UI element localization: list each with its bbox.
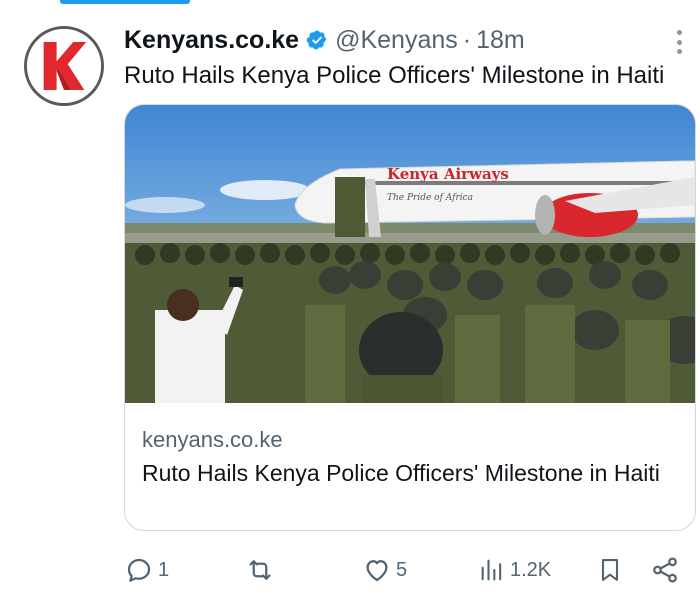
share-button[interactable]	[650, 548, 680, 592]
verified-badge-icon[interactable]	[306, 29, 328, 51]
tweet-text: Ruto Hails Kenya Police Officers' Milest…	[124, 62, 665, 89]
card-image[interactable]: Kenya Airways The Pride of Africa	[125, 105, 695, 403]
reply-count: 1	[158, 558, 170, 581]
more-options-icon[interactable]	[671, 28, 687, 56]
author-name[interactable]: Kenyans.co.ke	[124, 26, 299, 55]
like-button[interactable]: 5	[362, 548, 407, 592]
repost-button[interactable]	[244, 548, 280, 592]
views-button[interactable]: 1.2K	[478, 548, 551, 592]
tweet-header: Kenyans.co.ke @Kenyans · 18m	[124, 24, 525, 56]
views-count: 1.2K	[510, 558, 552, 581]
action-bar: 1 5 1.2K	[0, 548, 700, 592]
active-tab-indicator	[60, 0, 190, 4]
separator-dot: ·	[462, 25, 472, 54]
reply-button[interactable]: 1	[124, 548, 169, 592]
plane-livery-text: Kenya Airways	[387, 165, 509, 183]
card-title: Ruto Hails Kenya Police Officers' Milest…	[142, 460, 660, 486]
timestamp[interactable]: 18m	[476, 26, 525, 55]
repost-icon	[249, 560, 271, 580]
like-count: 5	[396, 558, 408, 581]
heart-icon	[366, 560, 388, 582]
reply-icon	[127, 558, 151, 582]
link-card[interactable]: Kenya Airways The Pride of Africa kenyan…	[124, 104, 696, 531]
police-officers-photo: Kenya Airways The Pride of Africa	[125, 105, 695, 403]
avatar[interactable]	[24, 26, 104, 106]
kenyans-k-logo-icon	[27, 29, 101, 103]
card-domain: kenyans.co.ke	[142, 427, 283, 452]
bookmark-button[interactable]	[596, 548, 624, 592]
plane-tagline-text: The Pride of Africa	[387, 193, 473, 203]
bookmark-icon	[601, 559, 619, 581]
share-icon	[653, 557, 677, 583]
author-handle[interactable]: @Kenyans	[335, 26, 458, 55]
analytics-icon	[481, 559, 502, 581]
